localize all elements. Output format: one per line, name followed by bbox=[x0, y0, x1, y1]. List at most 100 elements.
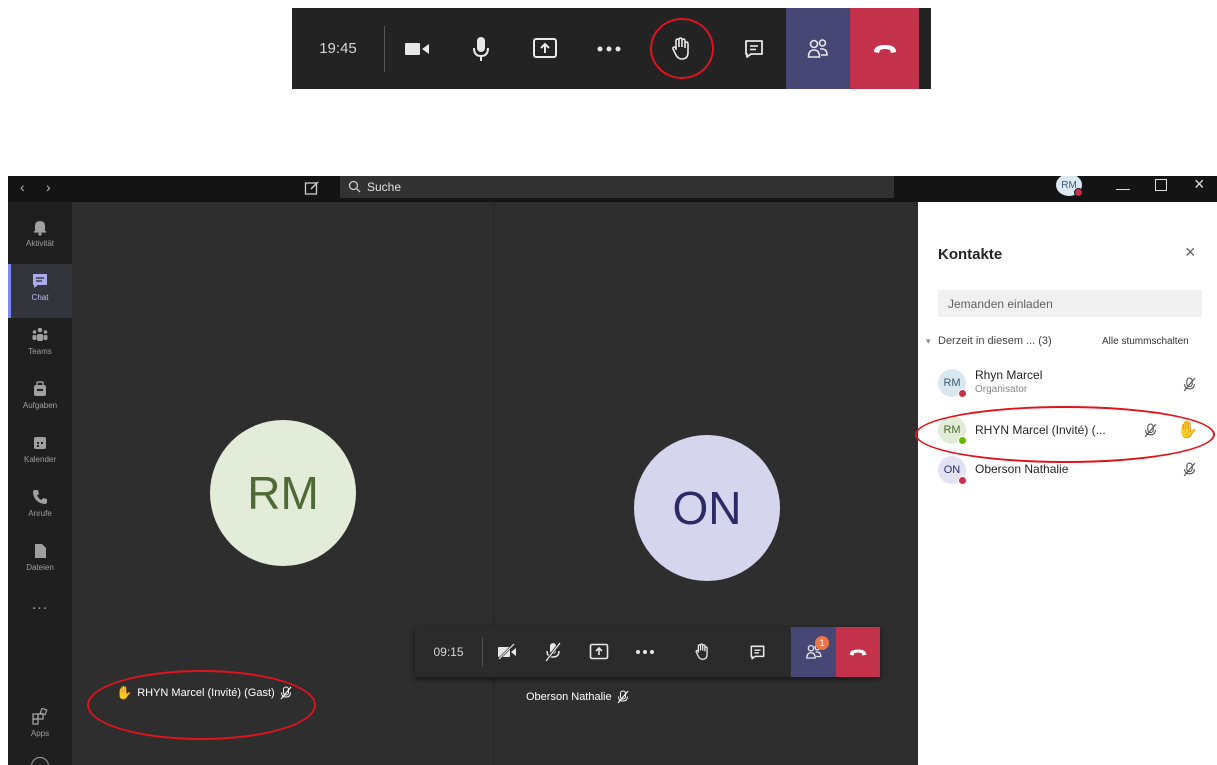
annotation-circle-raise-hand bbox=[650, 18, 714, 79]
participants-button[interactable] bbox=[786, 8, 850, 89]
title-bar: ‹ › Suche RM × bbox=[8, 176, 1217, 202]
camera-icon bbox=[405, 42, 429, 55]
rail-label-calls: Anrufe bbox=[28, 509, 52, 518]
rail-label-tasks: Aufgaben bbox=[22, 401, 58, 410]
rail-item-activity[interactable]: Aktivität bbox=[8, 210, 72, 264]
search-icon bbox=[348, 180, 361, 193]
raise-hand-icon bbox=[695, 643, 708, 660]
rail-item-tasks[interactable]: Aufgaben bbox=[8, 372, 72, 426]
rail-item-teams[interactable]: Teams bbox=[8, 318, 72, 372]
rail-label-activity: Aktivität bbox=[25, 239, 54, 248]
share-screen-button[interactable] bbox=[513, 8, 577, 89]
compose-icon[interactable] bbox=[304, 180, 320, 201]
toolbar-divider bbox=[482, 637, 483, 667]
meeting-toolbar: 09:15 1 bbox=[415, 627, 880, 677]
calendar-icon bbox=[34, 437, 46, 449]
participants-icon bbox=[807, 38, 828, 58]
microphone-icon bbox=[473, 36, 489, 61]
section-header[interactable]: Derzeit in diesem ... (3) bbox=[938, 335, 1052, 347]
hang-up-icon bbox=[873, 44, 896, 53]
file-icon bbox=[35, 544, 46, 558]
rail-item-apps[interactable]: Apps bbox=[8, 700, 72, 754]
minimize-icon[interactable] bbox=[1116, 176, 1130, 190]
top-call-toolbar: 19:45 bbox=[292, 8, 931, 89]
more-options-icon bbox=[597, 46, 621, 51]
hang-up-icon bbox=[849, 649, 867, 655]
share-button[interactable] bbox=[577, 627, 621, 677]
back-arrow-icon[interactable]: ‹ bbox=[20, 179, 25, 195]
microphone-button[interactable] bbox=[449, 8, 513, 89]
mic-off-button[interactable] bbox=[531, 627, 575, 677]
mic-off-icon[interactable] bbox=[1183, 462, 1196, 477]
mic-off-icon bbox=[617, 690, 629, 704]
video-tile-on: ON Oberson Nathalie bbox=[495, 202, 918, 765]
participant-initials: ON bbox=[943, 464, 961, 476]
participant-role: Organisator bbox=[975, 384, 1028, 395]
forward-arrow-icon[interactable]: › bbox=[46, 179, 51, 195]
hang-up-button[interactable] bbox=[836, 627, 880, 677]
more-options-button[interactable] bbox=[577, 8, 641, 89]
rail-item-chat[interactable]: Chat bbox=[8, 264, 72, 318]
rail-label-chat: Chat bbox=[31, 293, 49, 302]
rail-label-calendar: Kalender bbox=[23, 455, 57, 464]
chevron-down-icon[interactable]: ▾ bbox=[926, 336, 931, 347]
more-apps-icon[interactable]: ... bbox=[8, 596, 72, 614]
annotation-oval-tile-label bbox=[87, 670, 316, 740]
raise-hand-button[interactable] bbox=[680, 627, 724, 677]
search-input[interactable]: Suche bbox=[340, 176, 894, 198]
more-button[interactable] bbox=[623, 627, 667, 677]
chat-button[interactable] bbox=[722, 8, 786, 89]
participants-button[interactable]: 1 bbox=[791, 627, 836, 677]
search-placeholder: Suche bbox=[367, 180, 402, 194]
rail-label-apps: Apps bbox=[30, 729, 50, 738]
invite-input[interactable]: Jemanden einladen bbox=[938, 290, 1202, 317]
mic-off-icon[interactable] bbox=[1183, 377, 1196, 392]
more-options-icon bbox=[636, 650, 654, 654]
meeting-timer: 09:15 bbox=[415, 627, 482, 677]
app-rail: Aktivität Chat Teams Aufgaben Kalender A… bbox=[8, 202, 72, 765]
help-icon[interactable] bbox=[31, 757, 49, 765]
avatar-on-large: ON bbox=[634, 435, 780, 581]
call-timer: 19:45 bbox=[292, 8, 384, 89]
camera-button[interactable] bbox=[385, 8, 449, 89]
chat-rail-icon bbox=[33, 274, 47, 288]
apps-icon bbox=[32, 708, 48, 725]
participant-name: Rhyn Marcel bbox=[975, 368, 1043, 382]
status-busy-dot bbox=[958, 389, 967, 398]
rail-item-calls[interactable]: Anrufe bbox=[8, 480, 72, 534]
avatar-rm-initials: RM bbox=[247, 467, 319, 519]
tile-label-on: Oberson Nathalie bbox=[526, 690, 629, 704]
rail-item-calendar[interactable]: Kalender bbox=[8, 426, 72, 480]
camera-off-icon bbox=[497, 643, 516, 661]
hang-up-button[interactable] bbox=[850, 8, 919, 89]
mute-all-link[interactable]: Alle stummschalten bbox=[1102, 336, 1189, 347]
profile-status-dot bbox=[1074, 188, 1083, 197]
chat-icon bbox=[745, 39, 763, 58]
mic-off-icon bbox=[544, 642, 562, 662]
close-window-icon[interactable]: × bbox=[1194, 176, 1205, 195]
call-timer-text: 19:45 bbox=[319, 40, 357, 57]
rail-label-files: Dateien bbox=[26, 563, 54, 572]
chat-button[interactable] bbox=[735, 627, 779, 677]
status-busy-dot bbox=[958, 476, 967, 485]
rail-item-files[interactable]: Dateien bbox=[8, 534, 72, 588]
rail-label-teams: Teams bbox=[28, 347, 52, 356]
camera-off-button[interactable] bbox=[485, 627, 529, 677]
share-screen-icon bbox=[533, 37, 557, 58]
participant-name: Oberson Nathalie bbox=[975, 462, 1069, 476]
participants-badge: 1 bbox=[815, 636, 829, 650]
contacts-panel: Kontakte × Jemanden einladen ▾ Derzeit i… bbox=[918, 202, 1217, 765]
close-panel-icon[interactable]: × bbox=[1185, 242, 1196, 263]
teams-icon bbox=[32, 327, 48, 341]
participant-initials: RM bbox=[943, 377, 961, 389]
phone-icon bbox=[33, 490, 47, 504]
chat-icon bbox=[750, 645, 764, 659]
share-screen-icon bbox=[589, 643, 609, 660]
avatar-on-initials: ON bbox=[672, 482, 742, 534]
panel-title: Kontakte bbox=[938, 246, 1003, 263]
meeting-timer-text: 09:15 bbox=[433, 645, 464, 659]
participant-row[interactable]: RM Rhyn Marcel Organisator bbox=[918, 365, 1217, 405]
maximize-icon[interactable] bbox=[1155, 179, 1167, 191]
annotation-oval-participant-row bbox=[915, 406, 1215, 463]
bell-icon bbox=[34, 221, 46, 236]
